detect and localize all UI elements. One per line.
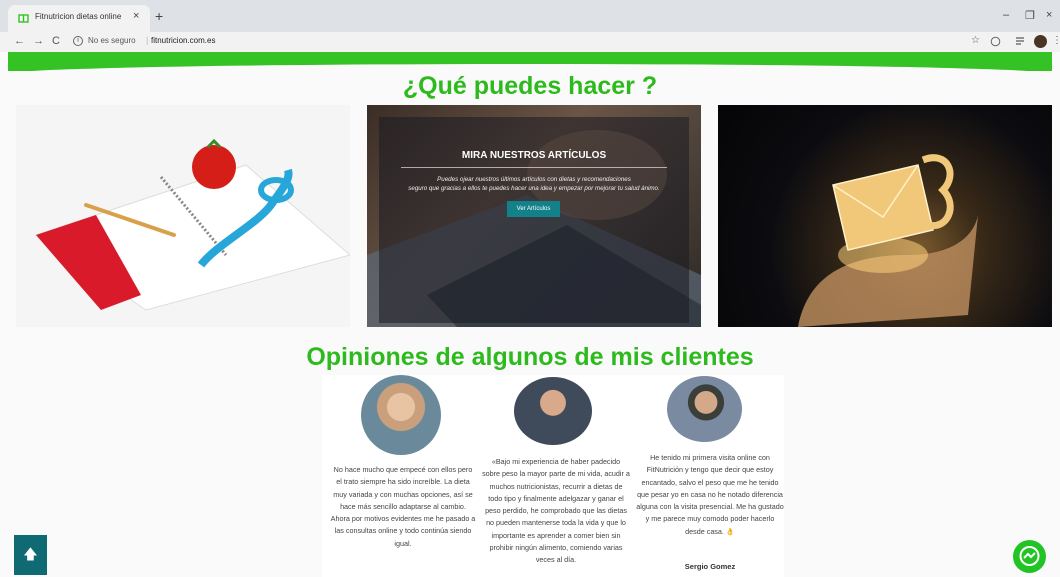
url-separator: | [146,35,149,45]
arrow-up-icon: 🡅 [23,546,38,562]
back-button[interactable]: ← [14,35,25,47]
minimize-button[interactable]: – [1003,9,1009,21]
client-2-testimonial: «Bajo mi experiencia de haber padecido s… [482,457,630,565]
articles-desc-line-2: seguro que gracias a ellos te puedes hac… [408,185,660,192]
close-window-button[interactable]: × [1046,9,1052,21]
browser-tab[interactable]: Fitnutricion dietas online × [8,5,150,32]
restore-button[interactable]: ❐ [1025,9,1035,22]
messenger-icon [1019,546,1040,566]
testimonials-panel: No hace mucho que empecé con ellos pero … [322,375,784,577]
articles-card[interactable]: MIRA NUESTROS ARTÍCULOS Puedes ojear nue… [367,105,701,327]
client-2-avatar [514,377,592,445]
url-text[interactable]: fitnutricion.com.es [151,36,215,45]
tab-close-icon[interactable]: × [133,10,139,22]
messenger-chat-button[interactable] [1013,540,1046,573]
not-secure-label: No es seguro [88,36,136,45]
section-title-client-opinions: Opiniones de algunos de mis clientes [306,343,754,371]
browser-menu-icon[interactable]: ⋮ [1052,35,1060,47]
client-3-avatar [667,376,742,442]
reload-button[interactable]: C [52,35,60,47]
articles-divider [401,167,667,168]
articles-desc-line-1: Puedes ojear nuestros últimos artículos … [437,176,631,183]
address-bar[interactable]: i No es seguro | fitnutricion.com.es [68,34,968,50]
client-3-testimonial: He tenido mi primera visita online con F… [636,453,784,536]
articles-card-title: MIRA NUESTROS ARTÍCULOS [461,150,607,161]
extension-icon[interactable] [990,36,1001,47]
browser-toolbar: ← → C i No es seguro | fitnutricion.com.… [0,32,1060,52]
tab-title: Fitnutricion dietas online [35,12,122,21]
view-articles-button[interactable]: Ver Artículos [507,201,560,217]
forward-button[interactable]: → [33,35,44,47]
section-title-what-can-you-do: ¿Qué puedes hacer ? [402,72,658,100]
media-icon[interactable] [1016,37,1027,46]
articles-overlay: MIRA NUESTROS ARTÍCULOS Puedes ojear nue… [379,117,689,323]
browser-tabstrip: Fitnutricion dietas online × + – ❐ × [0,0,1060,32]
articles-card-description: Puedes ojear nuestros últimos artículos … [399,175,669,193]
client-1-testimonial: No hace mucho que empecé con ellos pero … [330,465,476,548]
new-tab-button[interactable]: + [155,9,163,23]
nutrition-notebook-image[interactable] [16,105,350,327]
notebook-illustration [34,138,350,311]
bookmark-star-icon[interactable]: ☆ [971,35,980,47]
client-3-name: Sergio Gomez [684,562,736,571]
back-to-top-button[interactable]: 🡅 [14,535,47,575]
info-icon[interactable]: i [73,36,83,46]
envelope-hand-illustration [798,154,978,327]
profile-avatar[interactable] [1034,35,1047,48]
contact-envelope-image[interactable] [718,105,1052,327]
client-1-avatar [361,375,441,455]
fitnutricion-favicon-icon [18,14,29,23]
